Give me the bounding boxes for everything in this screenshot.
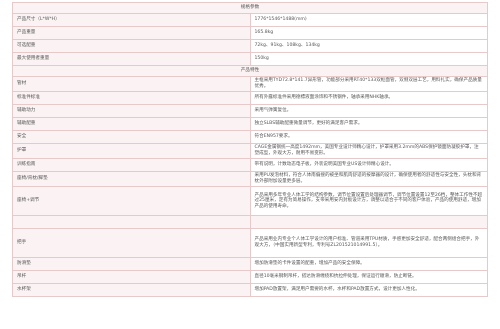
product-spec-page: 规格参数 产品尺寸（L*W*H） 1776*1546*1488(mm) 产品重量… [0, 0, 500, 329]
spec-row: 产品尺寸（L*W*H） 1776*1546*1488(mm) [12, 13, 488, 27]
feature-label: 吊杆 [12, 270, 251, 284]
features-header-row: 产品特性 [12, 65, 488, 77]
feature-value [249, 215, 488, 229]
spec-table: 规格参数 产品尺寸（L*W*H） 1776*1546*1488(mm) 产品重量… [12, 2, 488, 297]
feature-row: 训练指南 带有说明，计数动态电子板，外装说明美国专业US设计师精心设计。 [12, 158, 488, 172]
feature-row: 水杯架 增加PAD放置架，满足用户需要的水杯，水杯和PAD放置方式，设计更加人性… [12, 283, 488, 297]
feature-value: 产品采用多年专业人体工学的结构参数，调节位置设置后处理器调节，调节位置设置12至… [249, 186, 488, 216]
feature-value: 增加防滑垫的卡件设置的配重，增加产品的安全保障。 [249, 257, 488, 271]
feature-row: 辅助配重 独立SLBS辅助配重微量调节，更好的满足客户需求。 [12, 117, 488, 131]
feature-row: 辅助动力 采用气弹簧复位。 [12, 104, 488, 118]
feature-row: 防滑垫 增加防滑垫的卡件设置的配重，增加产品的安全保障。 [12, 257, 488, 271]
feature-row-empty [12, 215, 488, 229]
spec-row: 产品重量 165.8kg [12, 26, 488, 40]
feature-row: 把手 产品采用业内专业个人体工学设计的用户标准、管道采用TPU材质，手感更加安全… [12, 228, 488, 258]
spec-label: 产品重量 [12, 26, 251, 40]
feature-value: 带有说明，计数动态电子板，外装说明美国专业US设计师精心设计。 [249, 158, 488, 172]
feature-row: 座椅/背枕/脚垫 采用PU发泡材料，符合人体南偏搜的被坐和肌肉舒适的按摩器的设计… [12, 171, 488, 187]
feature-value: CAGE金属钢统一高度1492mm，美国专业设计师精心设计，护罩采用3.2mm的… [249, 143, 488, 159]
feature-label: 辅助配重 [12, 117, 251, 131]
feature-label: 水杯架 [12, 283, 251, 297]
feature-value: 采用气弹簧复位。 [249, 104, 488, 118]
spec-value: 150kg [249, 52, 488, 66]
feature-row: 标准件标准 所有外露标准件采用德標液面涂饰和不锈钢件，轴承采用NHK轴承。 [12, 91, 488, 105]
features-title: 产品特性 [12, 65, 488, 77]
feature-label [12, 215, 251, 229]
feature-value: 直径10毫米钢制吊杆，搭达防滑缠绕和抗拉伸处理，保证运行顺滑，防止断链。 [249, 270, 488, 284]
spec-title: 规格参数 [12, 2, 488, 14]
feature-row: 护罩 CAGE金属钢统一高度1492mm，美国专业设计师精心设计，护罩采用3.2… [12, 143, 488, 159]
feature-label: 护罩 [12, 143, 251, 159]
spec-value: 1776*1546*1488(mm) [249, 13, 488, 27]
feature-value: 增加PAD放置架，满足用户需要的水杯，水杯和PAD放置方式，设计更加人性化。 [249, 283, 488, 297]
feature-row: 座椅+调节 产品采用多年专业人体工学的结构参数，调节位置设置后处理器调节，调节位… [12, 186, 488, 216]
spec-row: 最大使用者重量 150kg [12, 52, 488, 66]
feature-label: 座椅+调节 [12, 186, 251, 216]
spec-label: 产品尺寸（L*W*H） [12, 13, 251, 27]
feature-label: 标准件标准 [12, 91, 251, 105]
feature-label: 管材 [12, 76, 251, 92]
spec-header-row: 规格参数 [12, 2, 488, 14]
feature-label: 训练指南 [12, 158, 251, 172]
spec-value: 165.8kg [249, 26, 488, 40]
spec-label: 最大使用者重量 [12, 52, 251, 66]
feature-value: 符合EN957要求。 [249, 130, 488, 144]
spec-value: 72kg、91kg、108kg、134kg [249, 39, 488, 53]
feature-label: 安全 [12, 130, 251, 144]
feature-label: 防滑垫 [12, 257, 251, 271]
feature-value: 所有外露标准件采用德標液面涂饰和不锈钢件，轴承采用NHK轴承。 [249, 91, 488, 105]
feature-label: 座椅/背枕/脚垫 [12, 171, 251, 187]
spec-row: 可选配重 72kg、91kg、108kg、134kg [12, 39, 488, 53]
feature-value: 产品采用业内专业个人体工学设计的用户标准、管道采用TPU材质，手感更加安全舒适，… [249, 228, 488, 258]
feature-value: 主框采用TYD72.8*141.7异形管，功能部分采用RT40*133双枢面管，… [249, 76, 488, 92]
feature-label: 把手 [12, 228, 251, 258]
feature-value: 独立SLBS辅助配重微量调节，更好的满足客户需求。 [249, 117, 488, 131]
feature-label: 辅助动力 [12, 104, 251, 118]
feature-row: 安全 符合EN957要求。 [12, 130, 488, 144]
spec-label: 可选配重 [12, 39, 251, 53]
feature-value: 采用PU发泡材料，符合人体南偏搜的被坐和肌肉舒适的按摩器的设计，确保使用者的舒适… [249, 171, 488, 187]
feature-row: 吊杆 直径10毫米钢制吊杆，搭达防滑缠绕和抗拉伸处理，保证运行顺滑，防止断链。 [12, 270, 488, 284]
feature-row: 管材 主框采用TYD72.8*141.7异形管，功能部分采用RT40*133双枢… [12, 76, 488, 92]
